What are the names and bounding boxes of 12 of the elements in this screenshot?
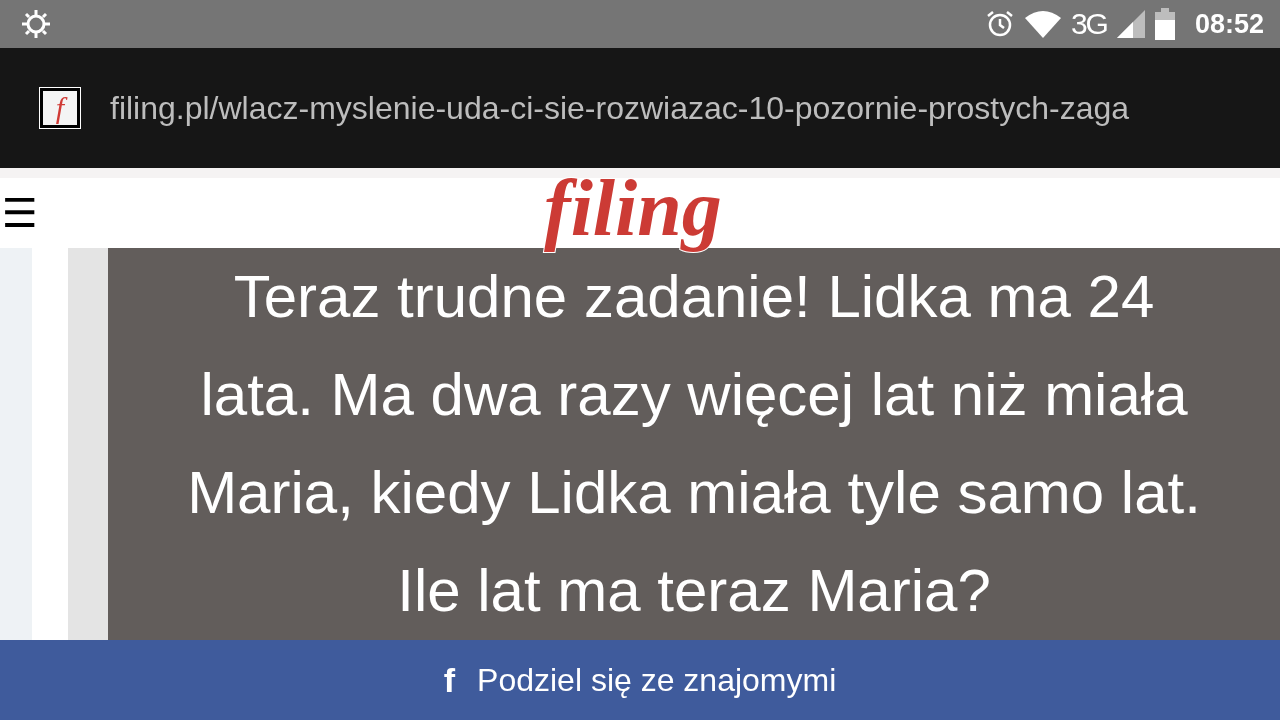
share-button[interactable]: f Podziel się ze znajomymi <box>0 640 1280 720</box>
signal-icon <box>1116 10 1145 38</box>
menu-button[interactable]: ☰ <box>2 193 38 233</box>
clock-time: 08:52 <box>1194 8 1264 40</box>
site-favicon: f <box>40 88 80 128</box>
question-text: Teraz trudne zadanie! Lidka ma 24 lata. Ma dwa razy więcej lat niż miała Maria, kiedy Lidka miała tyle samo lat. Ile lat ma teraz Maria? <box>186 262 1202 626</box>
sun-icon <box>20 8 52 40</box>
network-type: 3G <box>1070 7 1107 41</box>
wifi-icon <box>1024 10 1061 38</box>
url-text[interactable]: filing.pl/wlacz-myslenie-uda-ci-sie-rozwiazac-10-pozornie-prostych-zaga <box>110 89 1130 127</box>
battery-icon <box>1154 8 1175 40</box>
site-logo[interactable]: filing <box>538 164 736 260</box>
